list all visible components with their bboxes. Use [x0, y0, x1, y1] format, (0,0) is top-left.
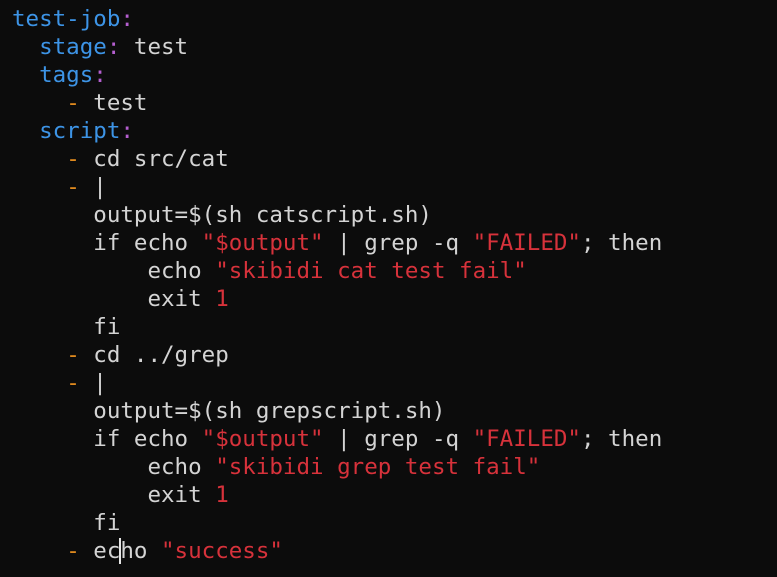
code-line: - cd ../grep — [12, 341, 662, 369]
code-token-plain: output=$(sh grepscript.sh) — [12, 398, 446, 424]
code-token-plain: exit — [12, 482, 216, 508]
code-token-str: "success" — [161, 538, 283, 564]
code-token-plain: | — [79, 174, 107, 200]
code-token-str: "FAILED" — [472, 426, 581, 452]
code-token-str: "skibidi grep test fail" — [215, 454, 541, 480]
code-token-key: test-job — [12, 6, 121, 32]
code-token-plain: ; then — [580, 426, 663, 452]
code-token-plain: echo — [12, 258, 216, 284]
code-token-str: "$output" — [201, 230, 324, 256]
code-line: echo "skibidi grep test fail" — [12, 453, 662, 481]
code-line: if echo "$output" | grep -q "FAILED"; th… — [12, 229, 662, 257]
code-token-str: "FAILED" — [472, 230, 581, 256]
code-token-str: "$output" — [201, 426, 324, 452]
code-line: tags: — [12, 61, 662, 89]
code-token-plain: | grep -q — [323, 230, 473, 256]
code-token-key: stage — [39, 34, 107, 60]
code-token-dash: - — [66, 538, 80, 564]
code-token-plain: echo — [12, 454, 216, 480]
code-line: output=$(sh grepscript.sh) — [12, 397, 662, 425]
code-line: if echo "$output" | grep -q "FAILED"; th… — [12, 425, 662, 453]
code-token-plain: exit — [12, 286, 216, 312]
code-line: fi — [12, 313, 662, 341]
code-token-punc: : — [120, 118, 134, 144]
code-line: - | — [12, 173, 662, 201]
code-token-key: script — [39, 118, 121, 144]
code-line: - test — [12, 89, 662, 117]
code-line: script: — [12, 117, 662, 145]
code-line: output=$(sh catscript.sh) — [12, 201, 662, 229]
code-token-plain: ho — [120, 538, 162, 564]
code-token-dash: - — [66, 342, 80, 368]
code-line: - echo "success" — [12, 537, 662, 565]
code-token-punc: : — [120, 6, 134, 32]
code-token-plain: ; then — [580, 230, 663, 256]
code-token-num: 1 — [215, 482, 229, 508]
code-token-plain: cd src/cat — [79, 146, 229, 172]
code-token-dash: - — [66, 174, 80, 200]
code-token-punc: : — [93, 62, 107, 88]
code-token-str: "skibidi cat test fail" — [215, 258, 527, 284]
code-token-punc: : — [106, 34, 121, 60]
code-token-plain: test — [79, 90, 148, 116]
code-token-plain: if echo — [12, 230, 202, 256]
yaml-code-block[interactable]: test-job: stage: test tags: - test scrip… — [12, 5, 662, 565]
code-token-dash: - — [66, 146, 80, 172]
code-line: - cd src/cat — [12, 145, 662, 173]
code-token-plain: output=$(sh catscript.sh) — [12, 202, 432, 228]
code-line: test-job: — [12, 5, 662, 33]
code-line: exit 1 — [12, 481, 662, 509]
code-token-dash: - — [66, 90, 80, 116]
code-token-plain: cd ../grep — [79, 342, 229, 368]
code-token-key: tags — [39, 62, 94, 88]
code-token-dash: - — [66, 370, 80, 396]
code-line: exit 1 — [12, 285, 662, 313]
code-token-plain: if echo — [12, 426, 202, 452]
code-line: echo "skibidi cat test fail" — [12, 257, 662, 285]
code-token-plain: test — [120, 34, 189, 60]
code-line: - | — [12, 369, 662, 397]
code-token-plain: | — [79, 370, 107, 396]
code-token-plain: ec — [79, 538, 121, 564]
code-token-num: 1 — [215, 286, 229, 312]
code-token-plain: fi — [12, 314, 121, 340]
code-editor[interactable]: test-job: stage: test tags: - test scrip… — [0, 0, 777, 577]
code-token-plain: | grep -q — [323, 426, 473, 452]
code-line: fi — [12, 509, 662, 537]
code-line: stage: test — [12, 33, 662, 61]
code-token-plain: fi — [12, 510, 121, 536]
